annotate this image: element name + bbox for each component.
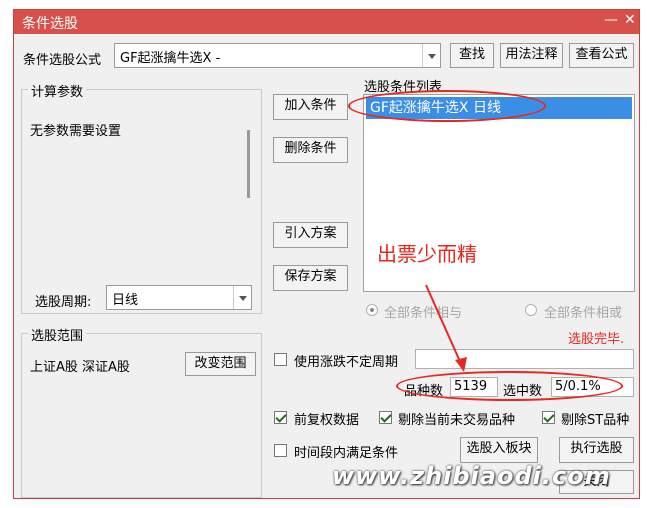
view-formula-button[interactable]: 查看公式 bbox=[569, 43, 634, 68]
status-text: 选股完毕. bbox=[568, 332, 625, 347]
radio-and[interactable] bbox=[366, 304, 378, 316]
forward-adjust-label: 前复权数据 bbox=[294, 413, 360, 428]
add-condition-button[interactable]: 加入条件 bbox=[273, 94, 348, 120]
chevron-down-icon[interactable] bbox=[422, 44, 440, 67]
remove-st-label: 剔除ST品种 bbox=[561, 413, 630, 428]
radio-or[interactable] bbox=[525, 304, 537, 316]
close-icon[interactable]: ✕ bbox=[624, 12, 636, 28]
uncertain-period-checkbox[interactable] bbox=[274, 353, 287, 366]
annotation-text: 出票少而精 bbox=[377, 242, 477, 266]
remove-untraded-checkbox[interactable] bbox=[379, 411, 392, 424]
add-to-block-button[interactable]: 选股入板块 bbox=[460, 437, 538, 463]
minimize-icon[interactable]: — bbox=[604, 12, 618, 28]
execute-screening-button[interactable]: 执行选股 bbox=[559, 437, 634, 463]
save-scheme-button[interactable]: 保存方案 bbox=[273, 265, 348, 291]
annotation-ellipse-condition bbox=[348, 90, 546, 122]
time-range-checkbox[interactable] bbox=[274, 444, 287, 457]
params-group: 计算参数 无参数需要设置 选股周期: 日线 bbox=[21, 81, 262, 314]
params-text: 无参数需要设置 bbox=[30, 124, 122, 139]
params-scrollbar[interactable] bbox=[247, 130, 250, 198]
stock-screener-window: 条件选股 — ✕ 条件选股公式 GF起涨擒牛选X - 查找 用法注释 查看公式 … bbox=[13, 9, 640, 499]
params-group-title: 计算参数 bbox=[28, 81, 87, 100]
chevron-down-icon[interactable] bbox=[233, 286, 251, 309]
period-value: 日线 bbox=[112, 293, 139, 308]
uncertain-period-label: 使用涨跌不定周期 bbox=[294, 355, 399, 370]
scope-group: 选股范围 上证A股 深证A股 改变范围 bbox=[21, 325, 262, 498]
formula-value: GF起涨擒牛选X - bbox=[120, 51, 221, 66]
period-label: 选股周期: bbox=[35, 295, 92, 310]
delete-condition-button[interactable]: 删除条件 bbox=[273, 137, 348, 163]
remove-st-checkbox[interactable] bbox=[542, 411, 555, 424]
change-scope-button[interactable]: 改变范围 bbox=[185, 352, 256, 376]
window-title: 条件选股 bbox=[22, 16, 78, 32]
forward-adjust-checkbox[interactable] bbox=[274, 411, 287, 424]
find-button[interactable]: 查找 bbox=[450, 43, 494, 68]
radio-or-label: 全部条件相或 bbox=[544, 306, 623, 321]
import-scheme-button[interactable]: 引入方案 bbox=[273, 222, 348, 248]
formula-select[interactable]: GF起涨擒牛选X - bbox=[114, 43, 441, 68]
annotation-arrow-icon bbox=[425, 284, 467, 372]
watermark: www.zhibiaodi.com bbox=[332, 462, 611, 490]
title-bar: 条件选股 — ✕ bbox=[14, 10, 639, 34]
formula-label: 条件选股公式 bbox=[23, 53, 102, 68]
remove-untraded-label: 剔除当前未交易品种 bbox=[398, 413, 516, 428]
time-range-label: 时间段内满足条件 bbox=[294, 446, 399, 461]
usage-notes-button[interactable]: 用法注释 bbox=[500, 43, 563, 68]
scope-group-title: 选股范围 bbox=[28, 325, 87, 344]
period-select[interactable]: 日线 bbox=[106, 285, 252, 310]
scope-text: 上证A股 深证A股 bbox=[30, 360, 130, 375]
